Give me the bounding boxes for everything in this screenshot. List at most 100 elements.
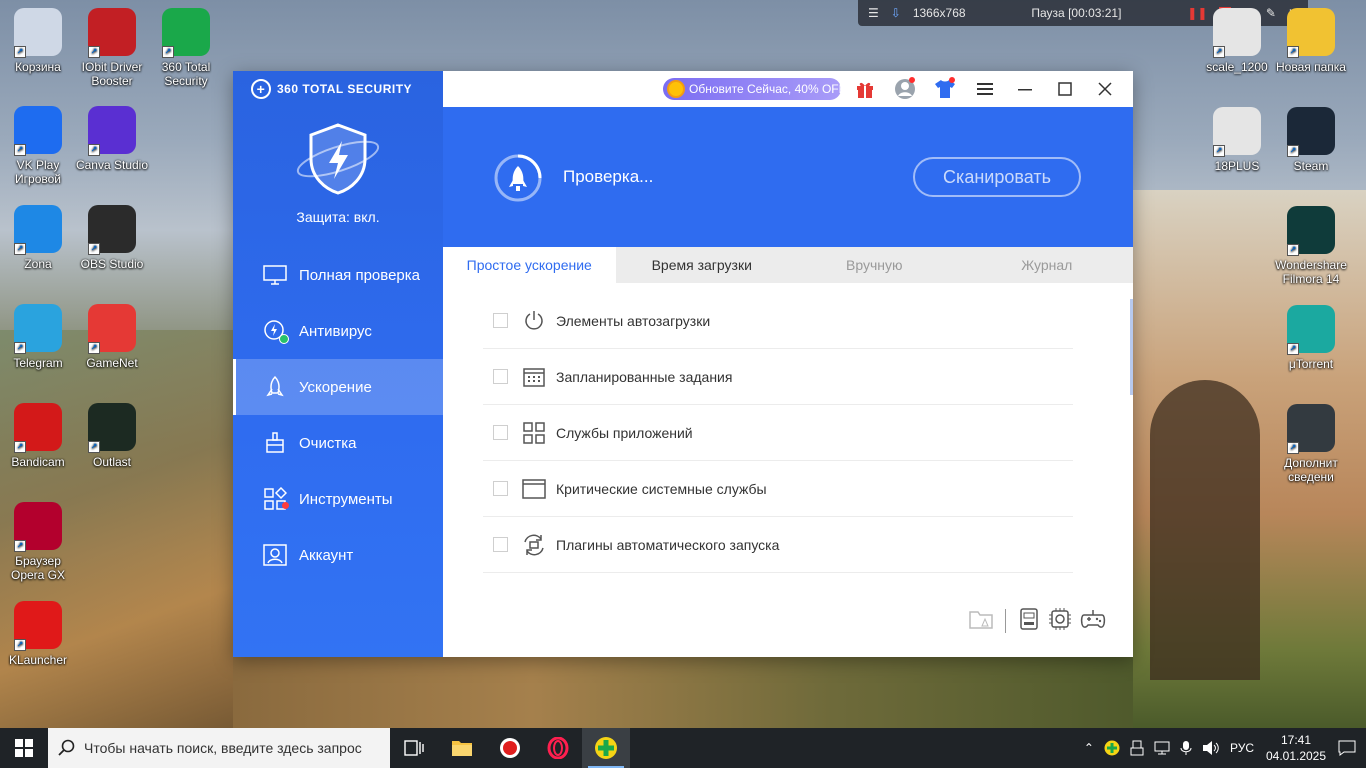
- clock[interactable]: 17:41 04.01.2025: [1264, 732, 1328, 764]
- sidebar-item-account[interactable]: Аккаунт: [233, 527, 443, 583]
- sidebar-item-speedup[interactable]: Ускорение: [233, 359, 443, 415]
- desktop-icon-3[interactable]: ↗ VK Play Игровой: [0, 106, 76, 186]
- sidebar-item-tools[interactable]: Инструменты: [233, 471, 443, 527]
- desktop-icon-right-3[interactable]: ↗ Steam: [1273, 107, 1349, 173]
- item-label[interactable]: Запланированные задания: [556, 369, 732, 385]
- skin-button[interactable]: [925, 71, 965, 107]
- desktop-app-icon: ↗: [162, 8, 210, 58]
- scan-button[interactable]: Сканировать: [913, 157, 1081, 197]
- desktop-icon-0[interactable]: ↗ Корзина: [0, 8, 76, 74]
- desktop-app-icon: ↗: [1213, 8, 1261, 58]
- volume-icon[interactable]: [1202, 740, 1220, 756]
- sidebar-item-full-scan[interactable]: Полная проверка: [233, 247, 443, 303]
- explorer-button[interactable]: [438, 728, 486, 768]
- task-view-button[interactable]: [390, 728, 438, 768]
- check-badge-icon: [279, 334, 289, 344]
- desktop-icon-8[interactable]: ↗ GameNet: [74, 304, 150, 370]
- desktop-icon-11[interactable]: ↗ Браузер Opera GX: [0, 502, 76, 582]
- opera-gx-button[interactable]: [534, 728, 582, 768]
- rocket-icon: [493, 153, 543, 203]
- start-button[interactable]: [0, 728, 48, 768]
- network-icon[interactable]: [1154, 741, 1170, 755]
- pin-icon[interactable]: ⇩: [891, 6, 901, 20]
- taskbar-search[interactable]: Чтобы начать поиск, введите здесь запрос: [48, 728, 390, 768]
- sidebar-item-label: Очистка: [299, 434, 357, 452]
- tab-log[interactable]: Журнал: [961, 247, 1134, 283]
- 360-tray-icon[interactable]: [1104, 740, 1120, 756]
- item-checkbox[interactable]: [493, 313, 508, 328]
- desktop-app-icon: ↗: [14, 601, 62, 651]
- item-label[interactable]: Критические системные службы: [556, 481, 767, 497]
- desktop-icon-6[interactable]: ↗ OBS Studio: [74, 205, 150, 271]
- sidebar-item-label: Ускорение: [299, 378, 372, 396]
- shortcut-arrow-icon: ↗: [14, 342, 26, 354]
- desktop-app-icon: ↗: [88, 304, 136, 354]
- item-label[interactable]: Элементы автозагрузки: [556, 313, 710, 329]
- shortcut-arrow-icon: ↗: [88, 342, 100, 354]
- close-button[interactable]: [1085, 71, 1125, 107]
- desktop-icon-label: Дополнит сведени: [1284, 456, 1338, 484]
- chevron-up-icon[interactable]: ⌃: [1084, 741, 1094, 755]
- desktop-icon-9[interactable]: ↗ Bandicam: [0, 403, 76, 469]
- desktop-app-icon: ↗: [1287, 305, 1335, 355]
- coin-icon: [667, 80, 685, 98]
- language-indicator[interactable]: РУС: [1230, 741, 1254, 755]
- maximize-icon: [1058, 82, 1072, 96]
- scrollbar[interactable]: [1130, 299, 1133, 395]
- disk-icon[interactable]: [1018, 607, 1040, 636]
- desktop-icon-4[interactable]: ↗ Canva Studio: [74, 106, 150, 172]
- item-checkbox[interactable]: [493, 425, 508, 440]
- maximize-button[interactable]: [1045, 71, 1085, 107]
- tab-boot-time[interactable]: Время загрузки: [616, 247, 789, 283]
- notifications-icon[interactable]: [1338, 740, 1356, 756]
- sidebar-nav: Полная проверка Антивирус Ускорение Очистка…: [233, 247, 443, 583]
- shortcut-arrow-icon: ↗: [1287, 244, 1299, 256]
- desktop-icon-1[interactable]: ↗ IObit Driver Booster: [74, 8, 150, 88]
- desktop-app-icon: ↗: [1213, 107, 1261, 157]
- microphone-icon[interactable]: [1180, 740, 1192, 756]
- desktop-app-icon: ↗: [14, 403, 62, 453]
- list-item: Запланированные задания: [483, 349, 1073, 405]
- bandicam-button[interactable]: [486, 728, 534, 768]
- desktop-app-icon: ↗: [88, 205, 136, 255]
- menu-button[interactable]: [965, 71, 1005, 107]
- desktop-icon-right-5[interactable]: ↗ μTorrent: [1273, 305, 1349, 371]
- folder-icon[interactable]: [969, 608, 993, 635]
- desktop-icon-12[interactable]: ↗ KLauncher: [0, 601, 76, 667]
- shortcut-arrow-icon: ↗: [1213, 145, 1225, 157]
- promo-badge[interactable]: Обновите Сейчас, 40% OFF: [663, 78, 846, 100]
- usb-icon[interactable]: [1130, 740, 1144, 756]
- item-checkbox[interactable]: [493, 537, 508, 552]
- item-label[interactable]: Плагины автоматического запуска: [556, 537, 779, 553]
- desktop-icon-10[interactable]: ↗ Outlast: [74, 403, 150, 469]
- promo-label: Обновите Сейчас, 40% OFF: [689, 82, 846, 96]
- desktop-app-icon: ↗: [1287, 107, 1335, 157]
- desktop-icon-5[interactable]: ↗ Zona: [0, 205, 76, 271]
- minimize-button[interactable]: [1005, 71, 1045, 107]
- item-label[interactable]: Службы приложений: [556, 425, 693, 441]
- tab-simple-speedup[interactable]: Простое ускорение: [443, 247, 616, 283]
- shortcut-arrow-icon: ↗: [88, 441, 100, 453]
- desktop-icon-right-0[interactable]: ↗ scale_1200: [1199, 8, 1275, 74]
- item-checkbox[interactable]: [493, 369, 508, 384]
- tab-manual[interactable]: Вручную: [788, 247, 961, 283]
- gift-button[interactable]: [845, 71, 885, 107]
- desktop-icon-7[interactable]: ↗ Telegram: [0, 304, 76, 370]
- 360-security-button[interactable]: [582, 728, 630, 768]
- profile-button[interactable]: [885, 71, 925, 107]
- sidebar-item-antivirus[interactable]: Антивирус: [233, 303, 443, 359]
- desktop-icon-label: Wondershare Filmora 14: [1275, 258, 1347, 286]
- desktop-icon-right-6[interactable]: ↗ Дополнит сведени: [1273, 404, 1349, 484]
- desktop-icon-right-2[interactable]: ↗ 18PLUS: [1199, 107, 1275, 173]
- desktop-icon-right-4[interactable]: ↗ Wondershare Filmora 14: [1273, 206, 1349, 286]
- menu-icon[interactable]: ☰: [868, 6, 879, 20]
- task-view-icon: [404, 740, 424, 756]
- desktop-icon-right-1[interactable]: ↗ Новая папка: [1273, 8, 1349, 74]
- desktop-icon-label: Outlast: [92, 455, 131, 469]
- sidebar-item-cleanup[interactable]: Очистка: [233, 415, 443, 471]
- gamepad-icon[interactable]: [1080, 607, 1106, 636]
- item-checkbox[interactable]: [493, 481, 508, 496]
- shortcut-arrow-icon: ↗: [14, 639, 26, 651]
- desktop-icon-2[interactable]: ↗ 360 Total Security: [148, 8, 224, 88]
- chip-icon[interactable]: [1048, 607, 1072, 636]
